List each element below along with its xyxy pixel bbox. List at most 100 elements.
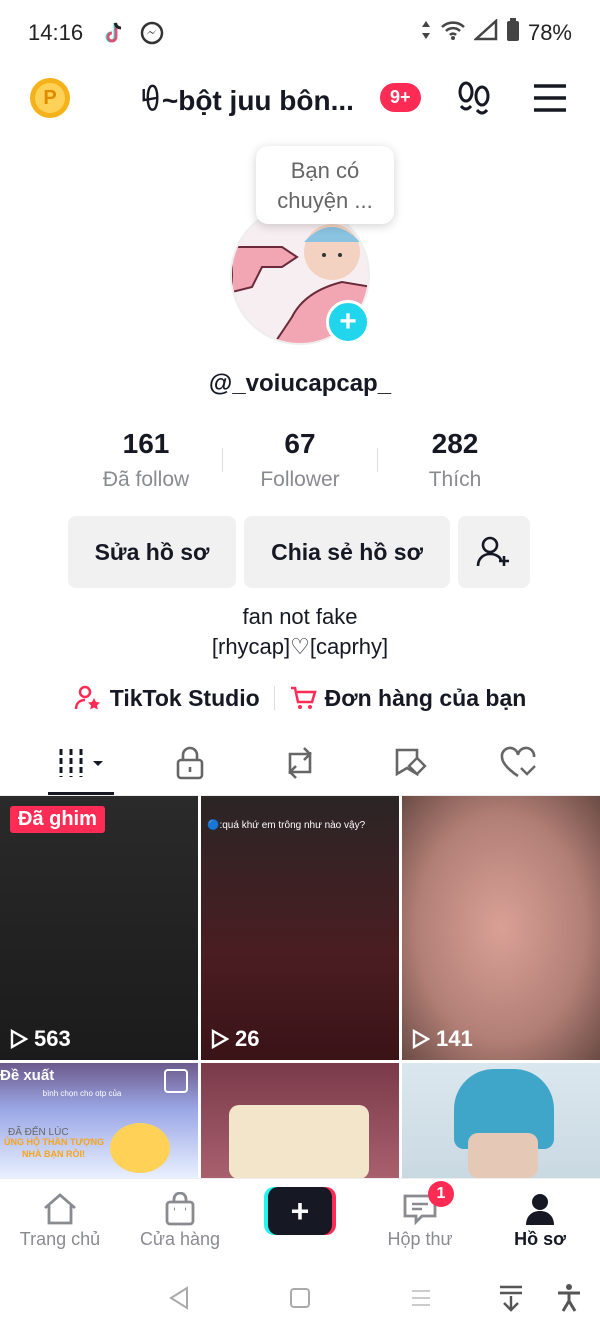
video-tile[interactable]: 🔵:quá khứ em trông như nào vậy? 26 [201,796,399,1060]
bottom-nav: Trang chủ Cửa hàng + Hộp thư 1 Hồ sơ [0,1178,600,1263]
face-graphic [468,1133,538,1178]
notification-badge: 9+ [380,83,421,112]
video-tile[interactable]: Đã ghim 563 [0,796,198,1060]
lock-icon [176,746,204,780]
promo-star-graphic [110,1123,170,1173]
view-count-value: 563 [34,1026,71,1051]
download-icon[interactable] [494,1281,528,1315]
bio-line: [rhycap]♡[caprhy] [211,634,389,659]
tab-videos[interactable] [32,730,132,796]
cart-icon [290,686,317,709]
accessibility-icon[interactable] [552,1281,586,1315]
home-system-icon[interactable] [283,1281,317,1315]
video-tile[interactable] [201,1063,399,1178]
tab-indicator [48,792,114,795]
divider [273,686,275,710]
messenger-icon [139,20,165,46]
add-user-icon [476,536,509,567]
plus-icon: + [268,1187,332,1235]
profile-name-title[interactable]: ꀺ~bột juu bôn... [140,80,354,117]
nav-profile[interactable]: Hồ sơ [480,1189,600,1250]
tab-saved[interactable] [360,730,460,796]
bookmark-hidden-icon [395,748,427,777]
battery-percent: 78% [527,20,572,45]
footprint-icon[interactable] [456,80,492,116]
shop-bag-icon [165,1192,195,1226]
video-tile[interactable]: 141 [402,796,600,1060]
signal-icon [472,18,498,47]
stat-followers[interactable]: 67 Follower [220,428,380,492]
inbox-badge: 1 [428,1181,454,1207]
data-arrows-icon [420,19,432,47]
bag-icon [164,1069,188,1093]
pinned-badge: Đã ghim [10,806,105,833]
nav-inbox[interactable]: Hộp thư [360,1189,480,1250]
stat-value: 282 [431,428,479,459]
promo-main: ỦNG HỘ THẦN TƯỢNG [4,1137,105,1147]
stat-likes[interactable]: 282 Thích [375,428,535,492]
tab-reposts[interactable] [250,730,350,796]
view-count-value: 141 [436,1026,473,1051]
orders-label: Đơn hàng của bạn [324,684,527,711]
status-time: 14:16 [28,20,84,45]
create-button[interactable]: + [264,1187,336,1235]
nav-label: Hộp thư [387,1229,453,1249]
stat-following[interactable]: 161 Đã follow [66,428,226,492]
promo-main-2: NHÀ BẠN RỒI! [22,1149,85,1159]
play-icon [10,1029,28,1049]
bio-line: fan not fake [242,604,358,629]
stat-label: Thích [428,468,482,491]
add-avatar-button[interactable]: + [326,300,370,344]
tab-private[interactable] [140,730,240,796]
view-count: 26 [211,1026,259,1052]
bubble-line-1: Bạn có [290,158,360,183]
username: @_voiucapcap_ [208,370,392,397]
play-icon [412,1029,430,1049]
profile-header: P ꀺ~bột juu bôn... 9+ [0,66,600,128]
tab-liked[interactable] [468,730,568,796]
video-caption: 🔵:quá khứ em trông như nào vậy? [207,820,366,831]
add-friend-button[interactable] [458,516,530,588]
profile-links: TikTok Studio Đơn hàng của bạn [0,680,600,716]
view-count: 563 [10,1026,71,1052]
back-icon[interactable] [162,1281,196,1315]
tiktok-studio-link[interactable]: TikTok Studio [74,684,260,712]
battery-icon [506,18,520,48]
video-tile[interactable] [402,1063,600,1178]
bubble-line-2: chuyện ... [277,188,373,213]
card-graphic [229,1105,369,1178]
nav-label: Hồ sơ [514,1229,566,1249]
stats-row: 161 Đã follow 67 Follower 282 Thích [0,428,600,498]
suggested-label: Đề xuất [0,1067,55,1084]
repost-icon [288,747,312,779]
orders-link[interactable]: Đơn hàng của bạn [289,684,527,712]
grid-icon [59,749,103,777]
play-icon [211,1029,229,1049]
nav-label: Cửa hàng [139,1229,221,1249]
studio-icon [74,685,100,710]
profile-icon [526,1194,554,1225]
recents-icon[interactable] [404,1281,438,1315]
status-bar: 14:16 78% [0,0,600,66]
stat-label: Follower [260,468,340,491]
studio-label: TikTok Studio [109,684,260,711]
edit-profile-button[interactable]: Sửa hồ sơ [68,516,236,588]
status-bubble[interactable]: Bạn có chuyện ... [256,146,394,224]
heart-hidden-icon [500,746,536,778]
share-profile-button[interactable]: Chia sẻ hồ sơ [244,516,450,588]
coin-button[interactable]: P [30,78,70,118]
view-count: 141 [412,1026,473,1052]
tiktok-notification-icon [101,20,127,46]
promo-top: bình chọn cho otp của [42,1089,122,1098]
stat-label: Đã follow [102,468,190,491]
coin-icon: P [35,83,65,113]
video-tile[interactable]: Đề xuất bình chọn cho otp của ĐÃ ĐẾN LÚC… [0,1063,198,1178]
wifi-icon [440,19,466,47]
stat-value: 67 [284,428,316,459]
menu-icon[interactable] [532,82,568,114]
content-tabs [0,730,600,796]
home-icon [44,1193,76,1225]
nav-shop[interactable]: Cửa hàng [120,1189,240,1250]
nav-home[interactable]: Trang chủ [0,1189,120,1250]
stat-value: 161 [122,428,170,459]
